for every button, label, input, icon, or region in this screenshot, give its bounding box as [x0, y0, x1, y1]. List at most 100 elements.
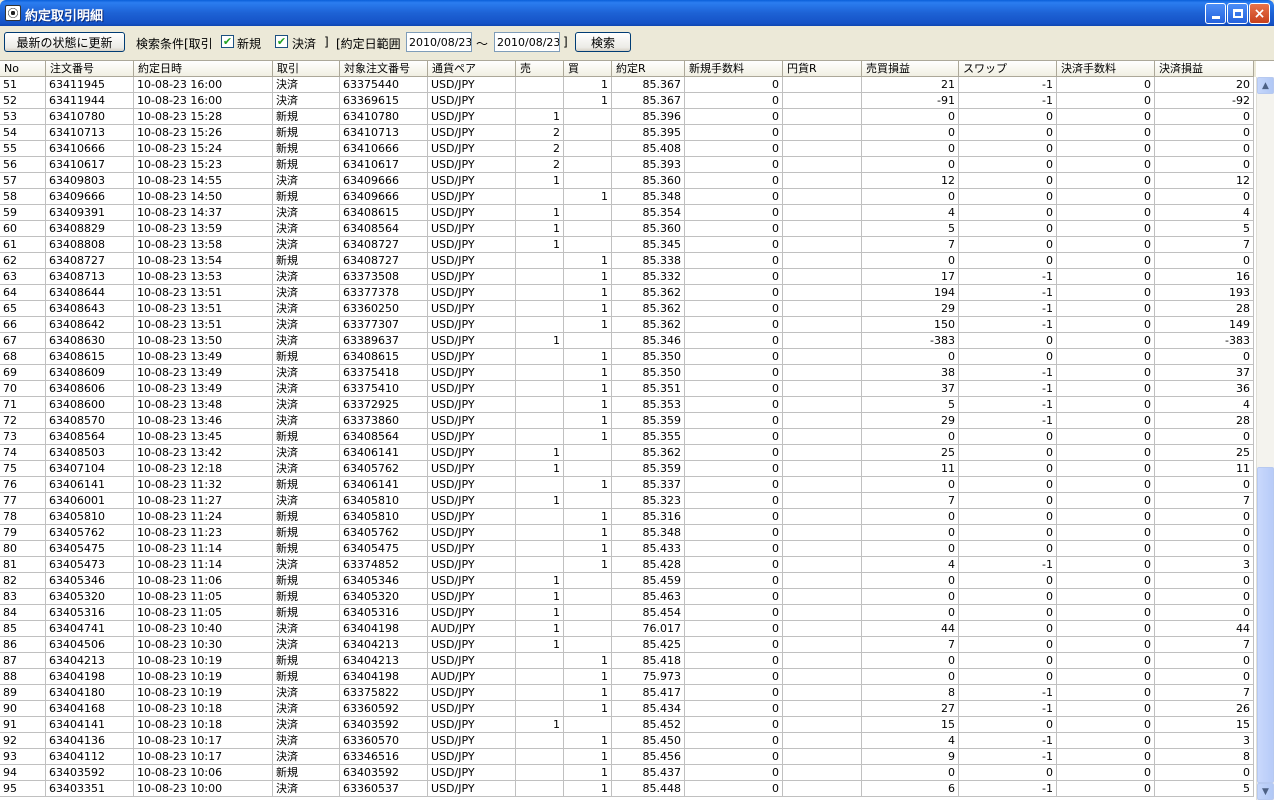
table-row[interactable]: 94 63403592 10-08-23 10:06 新規 63403592 USD/JP… — [0, 765, 1256, 781]
column-header-swap[interactable]: スワップ — [959, 61, 1057, 77]
vertical-scrollbar[interactable]: ▲ ▼ — [1256, 77, 1274, 800]
table-row[interactable]: 53 63410780 10-08-23 15:28 新規 63410780 USD/JP… — [0, 109, 1256, 125]
table-row[interactable]: 57 63409803 10-08-23 14:55 決済 63409666 USD/JP… — [0, 173, 1256, 189]
settle-checkbox-label[interactable]: 決済 — [292, 35, 316, 52]
table-row[interactable]: 74 63408503 10-08-23 13:42 決済 63406141 USD/JP… — [0, 445, 1256, 461]
cell-exec-rate: 85.448 — [612, 781, 685, 797]
table-row[interactable]: 95 63403351 10-08-23 10:00 決済 63360537 USD/JP… — [0, 781, 1256, 797]
cell-exec-time: 10-08-23 13:58 — [134, 237, 273, 253]
cell-open-fee: 0 — [685, 733, 783, 749]
scroll-down-button[interactable]: ▼ — [1257, 783, 1274, 800]
table-row[interactable]: 88 63404198 10-08-23 10:19 新規 63404198 AUD/JP… — [0, 669, 1256, 685]
table-row[interactable]: 63 63408713 10-08-23 13:53 決済 63373508 USD/JP… — [0, 269, 1256, 285]
cell-order-no: 63408570 — [46, 413, 134, 429]
table-row[interactable]: 93 63404112 10-08-23 10:17 決済 63346516 USD/JP… — [0, 749, 1256, 765]
table-row[interactable]: 76 63406141 10-08-23 11:32 新規 63406141 USD/JP… — [0, 477, 1256, 493]
new-checkbox[interactable]: ✔ — [221, 35, 234, 48]
refresh-button[interactable]: 最新の状態に更新 — [4, 32, 125, 52]
table-row[interactable]: 85 63404741 10-08-23 10:40 決済 63404198 AUD/JP… — [0, 621, 1256, 637]
cell-sell — [516, 365, 564, 381]
table-row[interactable]: 79 63405762 10-08-23 11:23 新規 63405762 USD/JP… — [0, 525, 1256, 541]
table-row[interactable]: 73 63408564 10-08-23 13:45 新規 63408564 USD/JP… — [0, 429, 1256, 445]
table-row[interactable]: 87 63404213 10-08-23 10:19 新規 63404213 USD/JP… — [0, 653, 1256, 669]
app-icon[interactable] — [5, 5, 21, 21]
column-header-trade-type[interactable]: 取引 — [273, 61, 340, 77]
table-row[interactable]: 90 63404168 10-08-23 10:18 決済 63360592 USD/JP… — [0, 701, 1256, 717]
table-row[interactable]: 92 63404136 10-08-23 10:17 決済 63360570 USD/JP… — [0, 733, 1256, 749]
table-row[interactable]: 81 63405473 10-08-23 11:14 決済 63374852 USD/JP… — [0, 557, 1256, 573]
table-row[interactable]: 64 63408644 10-08-23 13:51 決済 63377378 USD/JP… — [0, 285, 1256, 301]
column-header-no[interactable]: No — [0, 61, 46, 77]
table-row[interactable]: 62 63408727 10-08-23 13:54 新規 63408727 USD/JP… — [0, 253, 1256, 269]
column-header-close-pnl[interactable]: 決済損益 — [1155, 61, 1254, 77]
column-header-target-order-no[interactable]: 対象注文番号 — [340, 61, 428, 77]
cell-trade-pnl: 0 — [862, 589, 959, 605]
table-row[interactable]: 70 63408606 10-08-23 13:49 決済 63375410 USD/JP… — [0, 381, 1256, 397]
table-row[interactable]: 66 63408642 10-08-23 13:51 決済 63377307 USD/JP… — [0, 317, 1256, 333]
cell-order-no: 63403592 — [46, 765, 134, 781]
table-row[interactable]: 58 63409666 10-08-23 14:50 新規 63409666 USD/JP… — [0, 189, 1256, 205]
cell-yen-rate — [783, 141, 862, 157]
cell-target-order-no: 63404213 — [340, 653, 428, 669]
cell-yen-rate — [783, 749, 862, 765]
table-row[interactable]: 83 63405320 10-08-23 11:05 新規 63405320 USD/JP… — [0, 589, 1256, 605]
table-row[interactable]: 71 63408600 10-08-23 13:48 決済 63372925 USD/JP… — [0, 397, 1256, 413]
table-row[interactable]: 54 63410713 10-08-23 15:26 新規 63410713 USD/JP… — [0, 125, 1256, 141]
cell-close-pnl: 25 — [1155, 445, 1254, 461]
table-row[interactable]: 91 63404141 10-08-23 10:18 決済 63403592 USD/JP… — [0, 717, 1256, 733]
cell-close-pnl: 149 — [1155, 317, 1254, 333]
table-row[interactable]: 78 63405810 10-08-23 11:24 新規 63405810 USD/JP… — [0, 509, 1256, 525]
scroll-up-button[interactable]: ▲ — [1257, 77, 1274, 94]
column-header-open-fee[interactable]: 新規手数料 — [685, 61, 783, 77]
table-row[interactable]: 52 63411944 10-08-23 16:00 決済 63369615 USD/JP… — [0, 93, 1256, 109]
table-row[interactable]: 67 63408630 10-08-23 13:50 決済 63389637 USD/JP… — [0, 333, 1256, 349]
table-row[interactable]: 72 63408570 10-08-23 13:46 決済 63373860 USD/JP… — [0, 413, 1256, 429]
cell-close-fee: 0 — [1057, 77, 1155, 93]
column-header-close-fee[interactable]: 決済手数料 — [1057, 61, 1155, 77]
new-checkbox-label[interactable]: 新規 — [237, 35, 261, 52]
column-header-currency-pair[interactable]: 通貨ペア — [428, 61, 516, 77]
scroll-thumb[interactable] — [1257, 467, 1274, 783]
minimize-button[interactable] — [1205, 3, 1226, 24]
column-header-trade-pnl[interactable]: 売買損益 — [862, 61, 959, 77]
column-header-yen-rate[interactable]: 円貨R — [783, 61, 862, 77]
close-button[interactable]: × — [1249, 3, 1270, 24]
table-row[interactable]: 56 63410617 10-08-23 15:23 新規 63410617 USD/JP… — [0, 157, 1256, 173]
table-row[interactable]: 77 63406001 10-08-23 11:27 決済 63405810 USD/JP… — [0, 493, 1256, 509]
table-row[interactable]: 61 63408808 10-08-23 13:58 決済 63408727 USD/JP… — [0, 237, 1256, 253]
cell-currency-pair: USD/JPY — [428, 717, 516, 733]
toolbar: 最新の状態に更新 検索条件[取引 ✔ 新規 ✔ 決済 ] [約定日範囲 〜 ] … — [0, 26, 1274, 60]
trade-grid: No 注文番号 約定日時 取引 対象注文番号 通貨ペア売買約定R 新規手数料 円貨R 売買損益ス… — [0, 60, 1274, 801]
cell-yen-rate — [783, 701, 862, 717]
cell-close-fee: 0 — [1057, 189, 1155, 205]
table-row[interactable]: 60 63408829 10-08-23 13:59 決済 63408564 USD/JP… — [0, 221, 1256, 237]
cell-trade-pnl: 7 — [862, 637, 959, 653]
search-button[interactable]: 検索 — [575, 32, 631, 52]
table-row[interactable]: 65 63408643 10-08-23 13:51 決済 63360250 USD/JP… — [0, 301, 1256, 317]
table-row[interactable]: 55 63410666 10-08-23 15:24 新規 63410666 USD/JP… — [0, 141, 1256, 157]
table-row[interactable]: 75 63407104 10-08-23 12:18 決済 63405762 USD/JP… — [0, 461, 1256, 477]
table-row[interactable]: 82 63405346 10-08-23 11:06 新規 63405346 USD/JP… — [0, 573, 1256, 589]
maximize-button[interactable] — [1227, 3, 1248, 24]
column-header-buy[interactable]: 買 — [564, 61, 612, 77]
table-row[interactable]: 69 63408609 10-08-23 13:49 決済 63375418 USD/JP… — [0, 365, 1256, 381]
table-row[interactable]: 51 63411945 10-08-23 16:00 決済 63375440 USD/JP… — [0, 77, 1256, 93]
cell-yen-rate — [783, 189, 862, 205]
table-row[interactable]: 80 63405475 10-08-23 11:14 新規 63405475 USD/JP… — [0, 541, 1256, 557]
column-header-sell[interactable]: 売 — [516, 61, 564, 77]
cell-trade-pnl: 194 — [862, 285, 959, 301]
table-row[interactable]: 89 63404180 10-08-23 10:19 決済 63375822 USD/JP… — [0, 685, 1256, 701]
date-to-input[interactable] — [494, 32, 560, 52]
table-row[interactable]: 84 63405316 10-08-23 11:05 新規 63405316 USD/JP… — [0, 605, 1256, 621]
table-row[interactable]: 59 63409391 10-08-23 14:37 決済 63408615 USD/JP… — [0, 205, 1256, 221]
table-row[interactable]: 68 63408615 10-08-23 13:49 新規 63408615 USD/JP… — [0, 349, 1256, 365]
date-from-input[interactable] — [406, 32, 472, 52]
cell-close-fee: 0 — [1057, 157, 1155, 173]
column-header-exec-time[interactable]: 約定日時 — [134, 61, 273, 77]
column-header-order-no[interactable]: 注文番号 — [46, 61, 134, 77]
cell-exec-time: 10-08-23 13:54 — [134, 253, 273, 269]
table-row[interactable]: 86 63404506 10-08-23 10:30 決済 63404213 USD/JP… — [0, 637, 1256, 653]
settle-checkbox[interactable]: ✔ — [275, 35, 288, 48]
cell-no: 59 — [0, 205, 46, 221]
column-header-exec-rate[interactable]: 約定R — [612, 61, 685, 77]
